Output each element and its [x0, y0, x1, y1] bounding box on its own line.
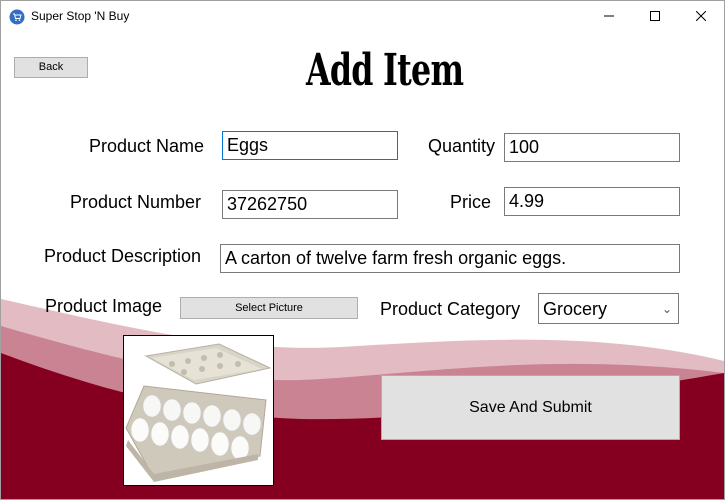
quantity-input[interactable]: 100: [504, 133, 680, 162]
maximize-button[interactable]: [632, 1, 678, 31]
save-and-submit-button[interactable]: Save And Submit: [381, 375, 680, 440]
product-name-label: Product Name: [89, 136, 205, 156]
chevron-down-icon: ⌄: [661, 302, 672, 316]
product-category-select[interactable]: Grocery ⌄: [538, 293, 679, 324]
minimize-icon: [604, 15, 614, 17]
window-title: Super Stop 'N Buy: [31, 9, 130, 23]
product-category-value: Grocery: [543, 299, 608, 319]
product-category-label: Product Category: [380, 299, 521, 319]
title-bar: Super Stop 'N Buy: [1, 1, 724, 31]
price-label: Price: [450, 192, 492, 212]
close-button[interactable]: [678, 1, 724, 31]
egg-carton-image: [125, 343, 272, 482]
quantity-label: Quantity: [428, 136, 496, 156]
app-window: Super Stop 'N Buy Back Add Item Product …: [0, 0, 725, 500]
close-icon: [696, 11, 706, 21]
page-title: Add Item: [306, 45, 464, 96]
product-number-label: Product Number: [70, 192, 202, 212]
product-number-input[interactable]: 37262750: [222, 190, 398, 219]
minimize-button[interactable]: [586, 1, 632, 31]
price-input[interactable]: 4.99: [504, 187, 680, 216]
back-button[interactable]: Back: [14, 57, 88, 78]
select-picture-button[interactable]: Select Picture: [180, 297, 358, 319]
maximize-icon: [650, 11, 660, 21]
product-description-label: Product Description: [44, 246, 202, 266]
product-image-label: Product Image: [45, 296, 163, 316]
product-name-input[interactable]: Eggs: [222, 131, 398, 160]
product-description-input[interactable]: A carton of twelve farm fresh organic eg…: [220, 244, 680, 273]
product-image-preview: [123, 335, 274, 486]
shopping-cart-icon: [9, 9, 25, 25]
